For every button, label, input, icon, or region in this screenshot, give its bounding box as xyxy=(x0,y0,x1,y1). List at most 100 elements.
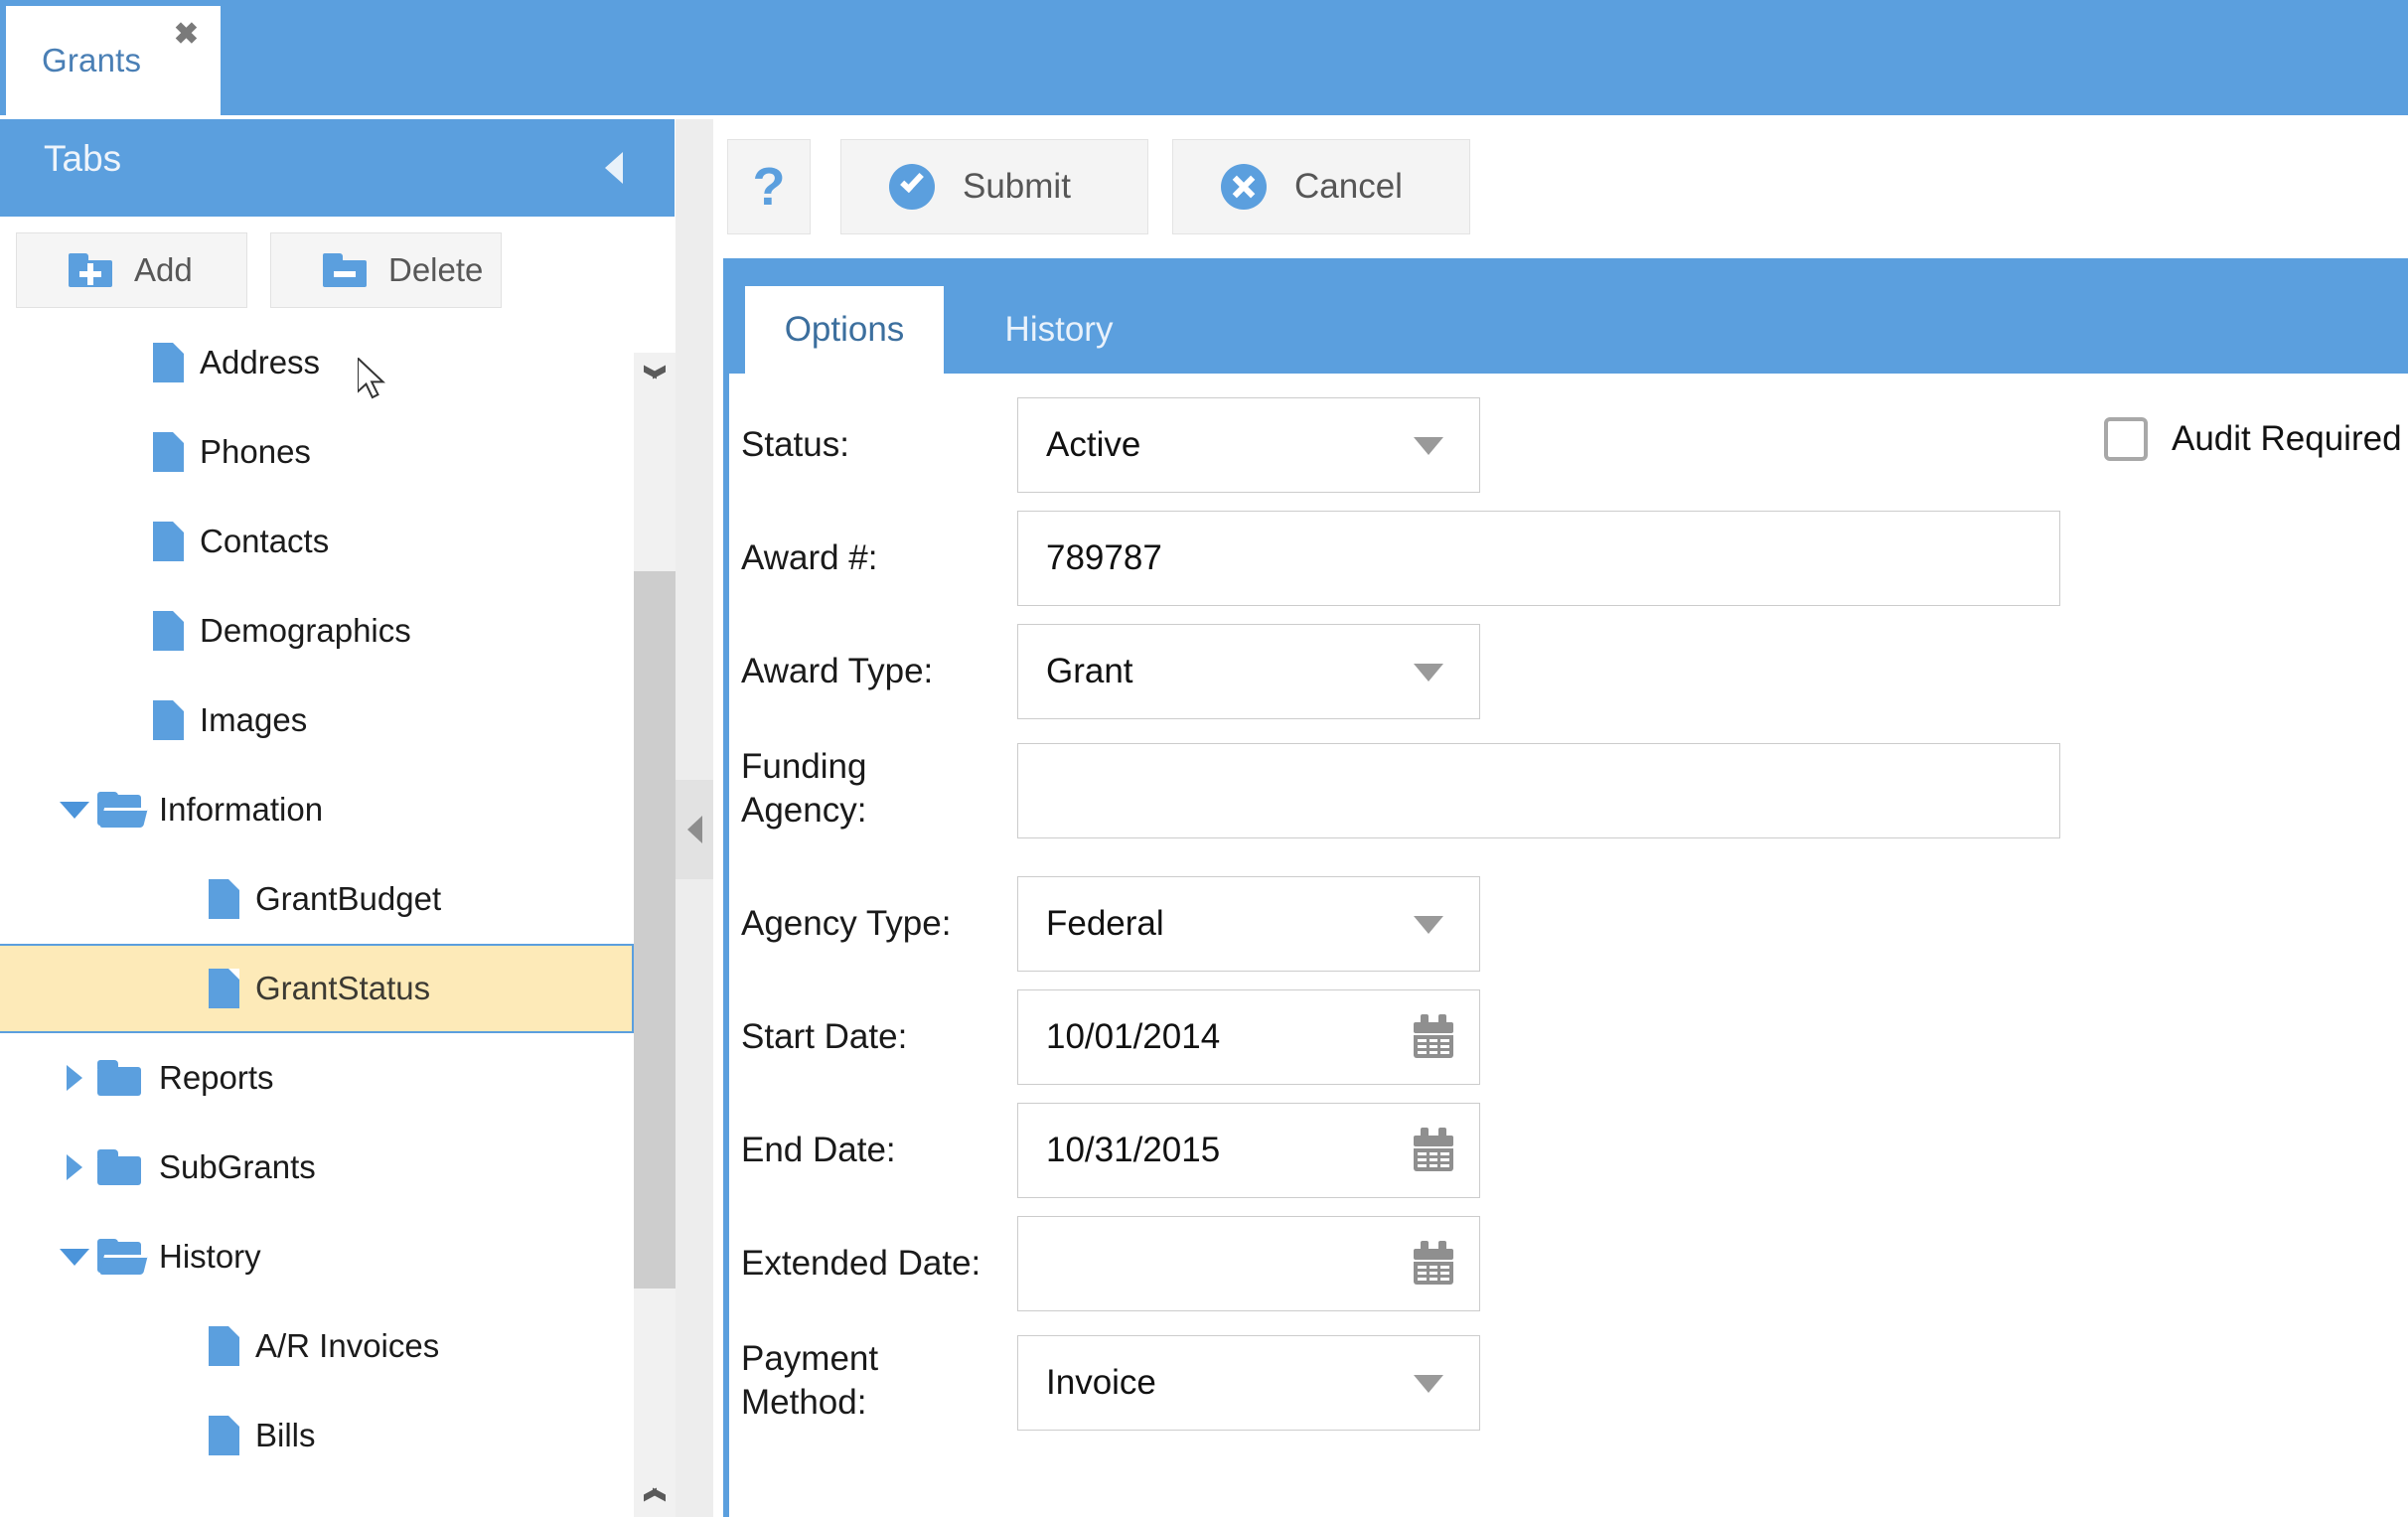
funding-agency-input[interactable] xyxy=(1017,743,2060,838)
help-button[interactable]: ? xyxy=(727,139,811,234)
sidebar-tree[interactable]: Address Phones Contacts Demographics Images I… xyxy=(0,318,634,1517)
tree-item-label: Contacts xyxy=(200,523,330,559)
payment-method-select[interactable]: Invoice xyxy=(1017,1335,1480,1431)
tree-item-label: Demographics xyxy=(200,612,411,649)
file-icon xyxy=(209,1416,239,1455)
audit-required-label: Audit Required xyxy=(2172,419,2402,458)
tree-item-reports[interactable]: Reports xyxy=(0,1033,634,1123)
start-date-label: Start Date: xyxy=(741,1017,908,1056)
question-mark-icon: ? xyxy=(752,157,786,217)
file-icon xyxy=(153,611,184,651)
folder-open-icon xyxy=(97,792,148,828)
form-row-end-date: End Date: 10/31/2015 xyxy=(729,1103,2408,1198)
chevron-down-icon xyxy=(1414,664,1443,682)
chevron-down-icon xyxy=(1414,1375,1443,1393)
tree-item-information[interactable]: Information xyxy=(0,765,634,854)
extended-date-input[interactable] xyxy=(1017,1216,1480,1311)
start-date-value: 10/01/2014 xyxy=(1046,1017,1221,1056)
calendar-icon[interactable] xyxy=(1414,1014,1453,1058)
file-icon xyxy=(153,432,184,472)
sidebar-title: Tabs xyxy=(44,138,122,179)
chevron-right-icon[interactable] xyxy=(52,1065,97,1091)
scroll-down-icon[interactable] xyxy=(634,1475,676,1517)
form-row-start-date: Start Date: 10/01/2014 xyxy=(729,989,2408,1085)
chevron-down-icon[interactable] xyxy=(52,1248,97,1266)
splitter-collapse-handle[interactable] xyxy=(676,780,713,879)
document-tab-label: Grants xyxy=(42,42,142,78)
tree-item-label: Bills xyxy=(255,1417,316,1453)
document-tab-grants[interactable]: Grants ✖ xyxy=(6,6,221,115)
tree-item-bills[interactable]: Bills xyxy=(0,1391,634,1480)
tree-item-label: GrantBudget xyxy=(255,880,442,917)
delete-button[interactable]: Delete xyxy=(270,232,502,308)
tree-item-contacts[interactable]: Contacts xyxy=(0,497,634,586)
tree-item-label: Phones xyxy=(200,433,311,470)
tree-item-images[interactable]: Images xyxy=(0,676,634,765)
file-icon xyxy=(209,879,239,919)
tree-item-label: Reports xyxy=(159,1059,274,1096)
chevron-down-icon xyxy=(1414,437,1443,455)
scrollbar-thumb[interactable] xyxy=(634,571,676,1289)
close-icon[interactable]: ✖ xyxy=(174,20,199,50)
payment-method-value: Invoice xyxy=(1046,1363,1156,1402)
add-button-label: Add xyxy=(134,251,193,288)
form-row-award-number: Award #: 789787 xyxy=(729,511,2408,606)
tree-item-label: Information xyxy=(159,791,324,828)
agency-type-label: Agency Type: xyxy=(741,904,952,943)
form-row-award-type: Award Type: Grant xyxy=(729,624,2408,719)
audit-required-row[interactable]: Audit Required xyxy=(2104,417,2402,461)
start-date-input[interactable]: 10/01/2014 xyxy=(1017,989,1480,1085)
tree-item-label: GrantStatus xyxy=(255,970,431,1006)
chevron-down-icon xyxy=(1414,916,1443,934)
end-date-value: 10/31/2015 xyxy=(1046,1131,1221,1169)
cancel-button[interactable]: Cancel xyxy=(1172,139,1470,234)
form-row-payment-method: Payment Method: Invoice xyxy=(729,1329,2408,1439)
sidebar-toolbar: Add Delete xyxy=(0,217,675,318)
agency-type-value: Federal xyxy=(1046,904,1164,943)
tree-item-grantstatus[interactable]: GrantStatus xyxy=(0,944,634,1033)
end-date-label: End Date: xyxy=(741,1131,896,1169)
tree-item-address[interactable]: Address xyxy=(0,318,634,407)
window-tab-strip: Grants ✖ xyxy=(0,0,2408,115)
calendar-icon[interactable] xyxy=(1414,1128,1453,1171)
file-icon xyxy=(153,700,184,740)
main-content: ? Submit Cancel Options History Status: … xyxy=(713,119,2408,1517)
status-select[interactable]: Active xyxy=(1017,397,1480,493)
award-number-input[interactable]: 789787 xyxy=(1017,511,2060,606)
award-type-value: Grant xyxy=(1046,652,1133,690)
tree-item-phones[interactable]: Phones xyxy=(0,407,634,497)
agency-type-select[interactable]: Federal xyxy=(1017,876,1480,972)
calendar-icon[interactable] xyxy=(1414,1241,1453,1285)
tree-item-a-r-invoices[interactable]: A/R Invoices xyxy=(0,1301,634,1391)
check-circle-icon xyxy=(889,164,935,210)
payment-method-label-line2: Method: xyxy=(741,1383,867,1422)
submit-button-label: Submit xyxy=(963,167,1071,206)
end-date-input[interactable]: 10/31/2015 xyxy=(1017,1103,1480,1198)
tree-item-history[interactable]: History xyxy=(0,1212,634,1301)
audit-required-checkbox[interactable] xyxy=(2104,417,2148,461)
tree-item-grantbudget[interactable]: GrantBudget xyxy=(0,854,634,944)
tree-item-demographics[interactable]: Demographics xyxy=(0,586,634,676)
form-row-funding-agency: Funding Agency: xyxy=(729,737,2408,846)
folder-remove-icon xyxy=(323,253,367,287)
folder-add-icon xyxy=(69,253,112,287)
chevron-right-icon[interactable] xyxy=(52,1154,97,1180)
folder-closed-icon xyxy=(97,1149,143,1185)
funding-agency-label-line2: Agency: xyxy=(741,791,867,830)
award-number-label: Award #: xyxy=(741,538,878,577)
tab-history[interactable]: History xyxy=(960,286,1158,374)
scroll-up-icon[interactable] xyxy=(634,353,676,394)
form-row-agency-type: Agency Type: Federal xyxy=(729,876,2408,972)
grant-status-form: Status: Active Award #: 789787 Award Typ… xyxy=(729,374,2408,1517)
tree-vertical-scrollbar[interactable] xyxy=(634,353,676,1517)
tree-item-label: Images xyxy=(200,701,308,738)
add-button[interactable]: Add xyxy=(16,232,247,308)
tab-options[interactable]: Options xyxy=(745,286,944,374)
collapse-left-icon[interactable] xyxy=(605,152,623,184)
submit-button[interactable]: Submit xyxy=(840,139,1148,234)
form-row-extended-date: Extended Date: xyxy=(729,1216,2408,1311)
award-type-select[interactable]: Grant xyxy=(1017,624,1480,719)
chevron-down-icon[interactable] xyxy=(52,801,97,819)
file-icon xyxy=(209,1326,239,1366)
tree-item-subgrants[interactable]: SubGrants xyxy=(0,1123,634,1212)
